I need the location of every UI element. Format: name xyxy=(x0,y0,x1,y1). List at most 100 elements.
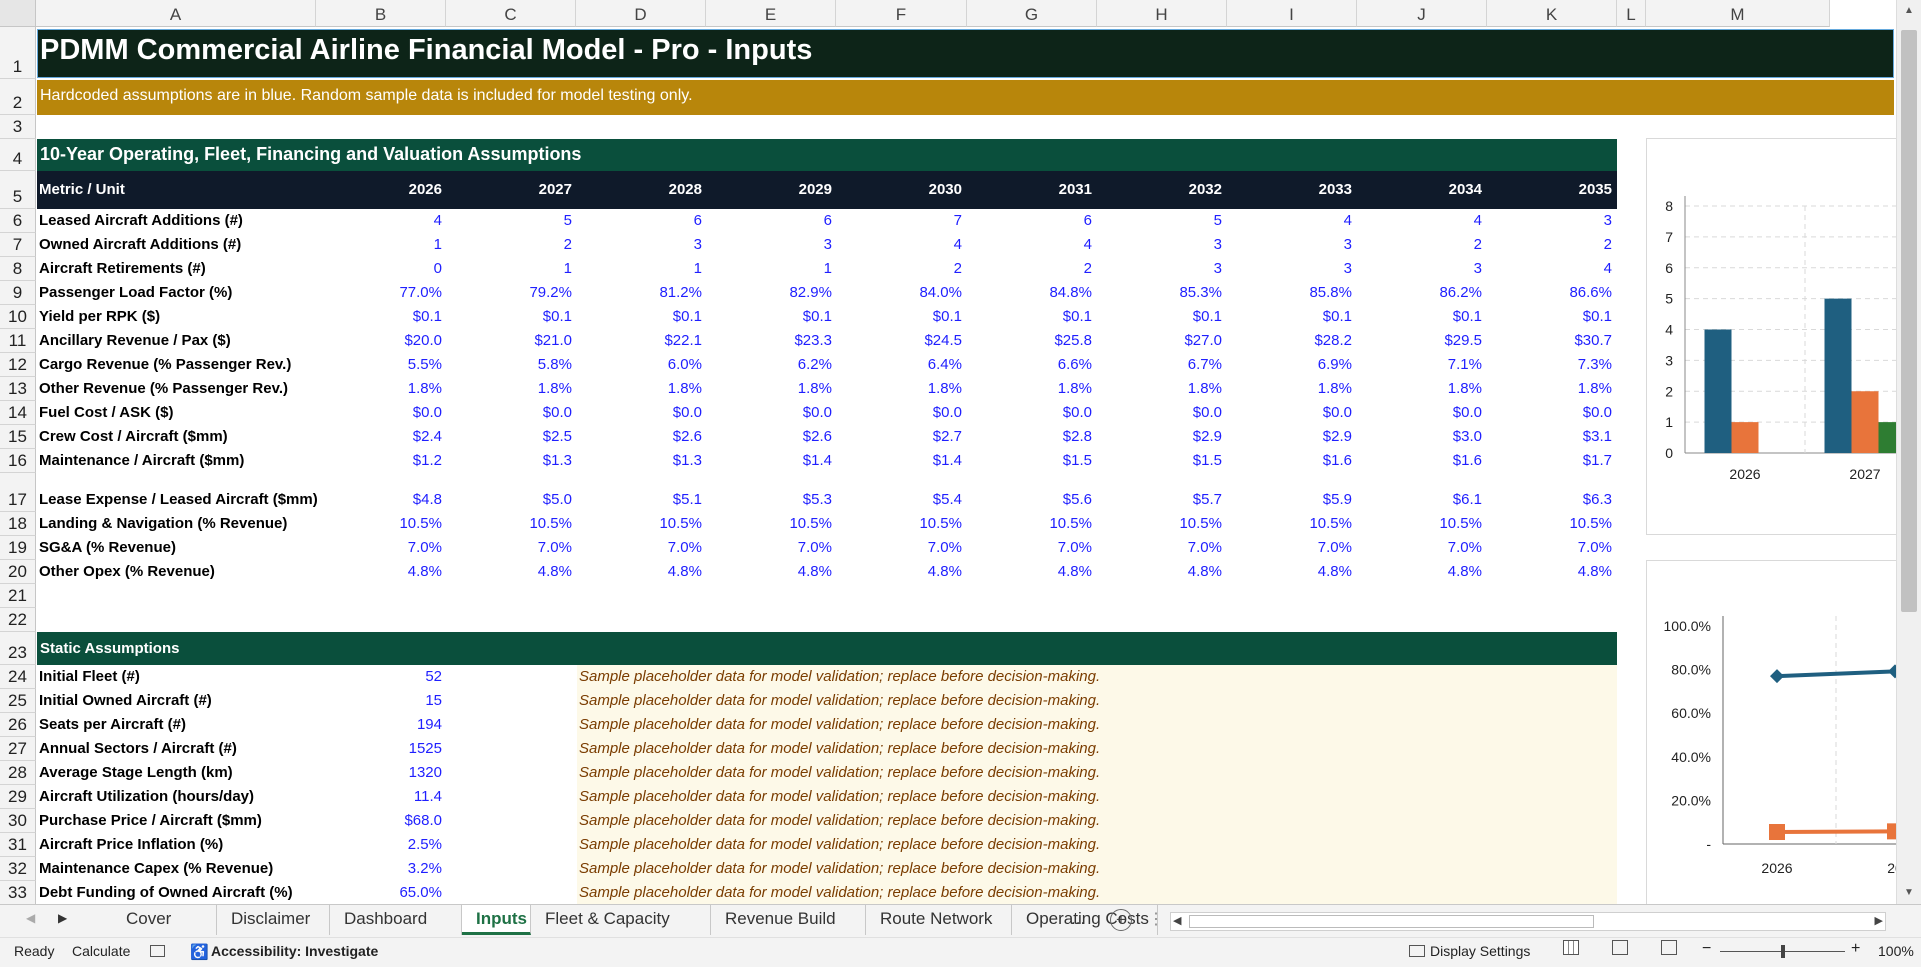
metric-value-cell[interactable]: 2 xyxy=(450,236,572,253)
metric-value-cell[interactable]: $1.3 xyxy=(580,452,702,469)
metric-value-cell[interactable]: $2.4 xyxy=(320,428,442,445)
metric-value-cell[interactable]: $2.8 xyxy=(970,428,1092,445)
metric-value-cell[interactable]: 4.8% xyxy=(1230,563,1352,580)
metric-value-cell[interactable]: $0.0 xyxy=(450,404,572,421)
metric-value-cell[interactable]: 10.5% xyxy=(710,515,832,532)
metric-value-cell[interactable]: $2.5 xyxy=(450,428,572,445)
metric-value-cell[interactable]: 10.5% xyxy=(840,515,962,532)
metric-value-cell[interactable]: $20.0 xyxy=(320,332,442,349)
column-header-a[interactable]: A xyxy=(36,0,316,27)
metric-value-cell[interactable]: 1.8% xyxy=(580,380,702,397)
metric-value-cell[interactable]: 7.0% xyxy=(1100,539,1222,556)
metric-value-cell[interactable]: 1.8% xyxy=(1100,380,1222,397)
metric-value-cell[interactable]: 7.0% xyxy=(710,539,832,556)
row-header-32[interactable]: 32 xyxy=(0,857,36,881)
metric-value-cell[interactable]: 4 xyxy=(840,236,962,253)
metric-value-cell[interactable]: $0.1 xyxy=(320,308,442,325)
metric-value-cell[interactable]: 77.0% xyxy=(320,284,442,301)
metric-value-cell[interactable]: 6.9% xyxy=(1230,356,1352,373)
metric-value-cell[interactable]: 4 xyxy=(1360,212,1482,229)
metric-value-cell[interactable]: $0.1 xyxy=(1490,308,1612,325)
column-header-l[interactable]: L xyxy=(1617,0,1646,27)
metric-value-cell[interactable]: $22.1 xyxy=(580,332,702,349)
column-header-j[interactable]: J xyxy=(1357,0,1487,27)
sheet-tab-revenue-build[interactable]: Revenue Build xyxy=(711,905,866,935)
row-header-28[interactable]: 28 xyxy=(0,761,36,785)
metric-value-cell[interactable]: 1.8% xyxy=(320,380,442,397)
fleet-additions-chart[interactable]: 0 1 2 3 4 5 6 7 8 2026 2027 xyxy=(1646,138,1907,535)
metric-value-cell[interactable]: 7.0% xyxy=(320,539,442,556)
display-settings-icon[interactable] xyxy=(1409,945,1425,957)
metric-value-cell[interactable]: $1.4 xyxy=(710,452,832,469)
scroll-up-arrow[interactable]: ▲ xyxy=(1897,0,1921,22)
static-value-cell[interactable]: 11.4 xyxy=(320,788,442,805)
metric-value-cell[interactable]: 84.8% xyxy=(970,284,1092,301)
sheet-tab-fleet-capacity[interactable]: Fleet & Capacity xyxy=(531,905,711,935)
column-header-e[interactable]: E xyxy=(706,0,836,27)
metric-value-cell[interactable]: $0.1 xyxy=(1360,308,1482,325)
metric-value-cell[interactable]: 1.8% xyxy=(970,380,1092,397)
metric-value-cell[interactable]: 10.5% xyxy=(1360,515,1482,532)
row-header-21[interactable]: 21 xyxy=(0,584,36,608)
metric-value-cell[interactable]: $3.0 xyxy=(1360,428,1482,445)
metric-value-cell[interactable]: $6.3 xyxy=(1490,491,1612,508)
row-header-18[interactable]: 18 xyxy=(0,512,36,536)
page-break-icon[interactable] xyxy=(1661,940,1677,955)
metric-value-cell[interactable]: $5.6 xyxy=(970,491,1092,508)
row-header-15[interactable]: 15 xyxy=(0,425,36,449)
metric-value-cell[interactable]: 10.5% xyxy=(320,515,442,532)
metric-value-cell[interactable]: 4.8% xyxy=(970,563,1092,580)
metric-value-cell[interactable]: $0.1 xyxy=(1230,308,1352,325)
metric-value-cell[interactable]: $4.8 xyxy=(320,491,442,508)
metric-value-cell[interactable]: 0 xyxy=(320,260,442,277)
metric-value-cell[interactable]: $1.2 xyxy=(320,452,442,469)
status-zoom[interactable]: 100% xyxy=(1878,943,1914,959)
metric-value-cell[interactable]: 6.2% xyxy=(710,356,832,373)
status-accessibility[interactable]: Accessibility: Investigate xyxy=(211,943,378,959)
metric-value-cell[interactable]: 7.1% xyxy=(1360,356,1482,373)
row-header-14[interactable]: 14 xyxy=(0,401,36,425)
metric-value-cell[interactable]: 7.3% xyxy=(1490,356,1612,373)
metric-value-cell[interactable]: 7.0% xyxy=(1490,539,1612,556)
metric-value-cell[interactable]: $0.0 xyxy=(1360,404,1482,421)
metric-value-cell[interactable]: 2 xyxy=(840,260,962,277)
column-header-d[interactable]: D xyxy=(576,0,706,27)
load-factor-chart[interactable]: -20.0% 40.0% 60.0% 80.0% 100.0% 2026 20 xyxy=(1646,560,1907,904)
column-header-h[interactable]: H xyxy=(1097,0,1227,27)
metric-value-cell[interactable]: 5 xyxy=(1100,212,1222,229)
horizontal-scrollbar[interactable]: ◀ ▶ xyxy=(1170,912,1886,931)
metric-value-cell[interactable]: $0.0 xyxy=(840,404,962,421)
static-value-cell[interactable]: 194 xyxy=(320,716,442,733)
metric-value-cell[interactable]: $0.0 xyxy=(710,404,832,421)
metric-value-cell[interactable]: 7.0% xyxy=(450,539,572,556)
metric-value-cell[interactable]: 4 xyxy=(320,212,442,229)
metric-value-cell[interactable]: $2.7 xyxy=(840,428,962,445)
row-header-23[interactable]: 23 xyxy=(0,632,36,665)
static-value-cell[interactable]: 1525 xyxy=(320,740,442,757)
metric-value-cell[interactable]: 10.5% xyxy=(450,515,572,532)
metric-value-cell[interactable]: 85.8% xyxy=(1230,284,1352,301)
add-sheet-icon[interactable]: + xyxy=(1110,909,1132,931)
metric-value-cell[interactable]: 6 xyxy=(970,212,1092,229)
metric-value-cell[interactable]: $0.1 xyxy=(970,308,1092,325)
metric-value-cell[interactable]: $5.1 xyxy=(580,491,702,508)
metric-value-cell[interactable]: 5.8% xyxy=(450,356,572,373)
metric-value-cell[interactable]: 7.0% xyxy=(580,539,702,556)
h-scroll-right-arrow[interactable]: ▶ xyxy=(1875,914,1883,927)
metric-value-cell[interactable]: $0.0 xyxy=(1230,404,1352,421)
row-header-3[interactable]: 3 xyxy=(0,115,36,139)
row-header-30[interactable]: 30 xyxy=(0,809,36,833)
sheet-tab-cover[interactable]: Cover xyxy=(112,905,217,935)
sheet-tab-route-network[interactable]: Route Network xyxy=(866,905,1012,935)
metric-value-cell[interactable]: $27.0 xyxy=(1100,332,1222,349)
metric-value-cell[interactable]: $0.0 xyxy=(580,404,702,421)
row-header-13[interactable]: 13 xyxy=(0,377,36,401)
metric-value-cell[interactable]: 2 xyxy=(1360,236,1482,253)
row-header-25[interactable]: 25 xyxy=(0,689,36,713)
row-header-12[interactable]: 12 xyxy=(0,353,36,377)
metric-value-cell[interactable]: 10.5% xyxy=(1230,515,1352,532)
sheet-tab-[interactable]: ... xyxy=(1071,905,1085,935)
row-header-9[interactable]: 9 xyxy=(0,281,36,305)
tab-scroll-left-icon[interactable]: ◀ xyxy=(26,911,35,925)
metric-value-cell[interactable]: 3 xyxy=(580,236,702,253)
